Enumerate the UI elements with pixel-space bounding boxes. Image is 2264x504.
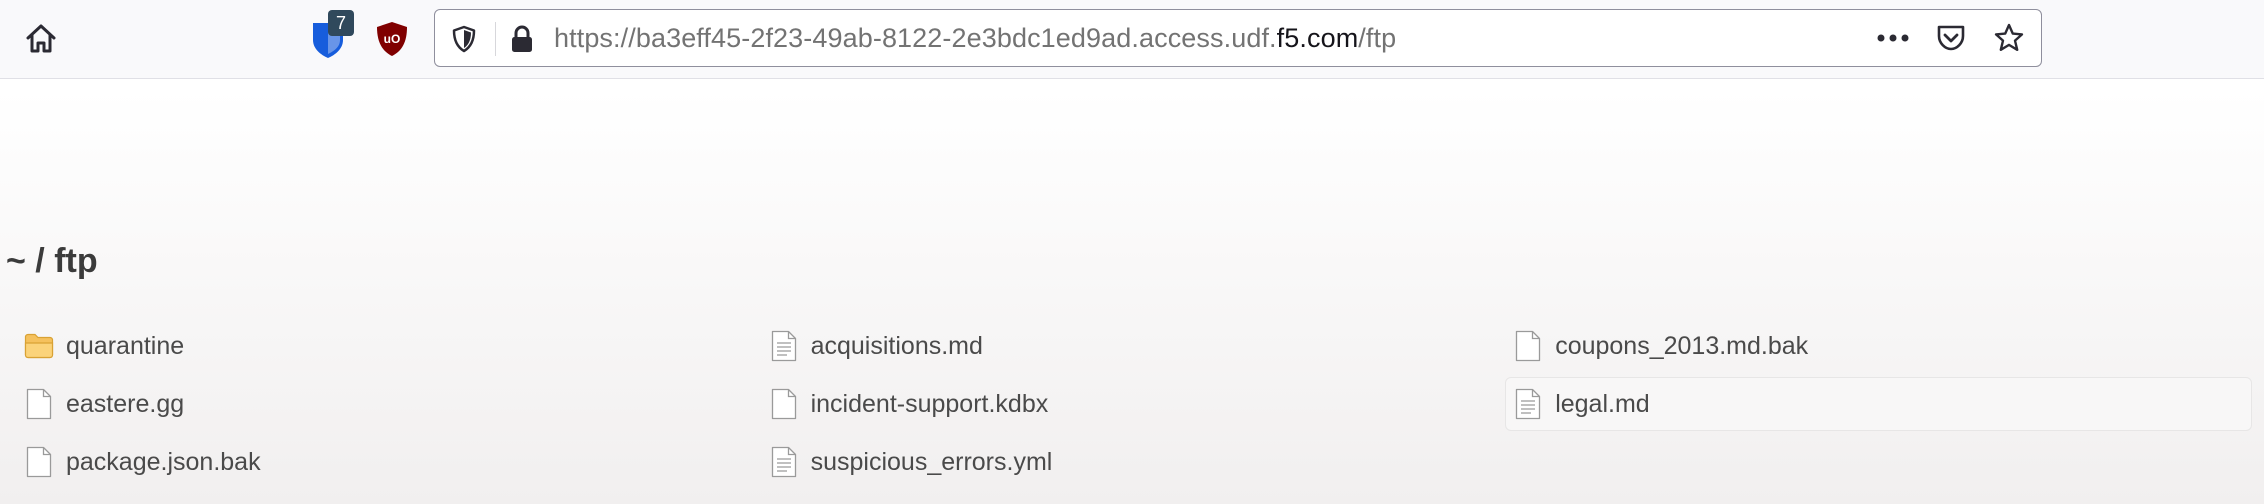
file-list: quarantine acquisitions.md coupons_2013.… [16, 317, 2252, 491]
text-file-icon [769, 446, 799, 478]
text-file-icon [1513, 388, 1543, 420]
url-text[interactable]: https://ba3eff45-2f23-49ab-8122-2e3bdc1e… [554, 10, 1396, 66]
file-item-legal-md[interactable]: legal.md [1505, 377, 2252, 431]
tracking-protection-shield-icon[interactable] [449, 24, 479, 54]
bookmark-star-icon[interactable] [1991, 20, 2027, 56]
text-file-icon [769, 330, 799, 362]
file-name: suspicious_errors.yml [810, 447, 1053, 476]
file-item-coupons-2013-md-bak[interactable]: coupons_2013.md.bak [1505, 319, 2250, 373]
svg-text:uO: uO [384, 32, 401, 46]
breadcrumb: ~ / ftp [6, 242, 98, 280]
ublock-extension-button[interactable]: uO [374, 20, 410, 58]
browser-toolbar: 7 uO https://ba3eff45-2f23-49ab-8122-2e3… [0, 0, 2264, 79]
address-bar-separator [495, 22, 496, 56]
file-name: incident-support.kdbx [810, 389, 1049, 418]
url-domain: f5.com [1276, 23, 1359, 53]
file-item-eastere-gg[interactable]: eastere.gg [16, 377, 761, 431]
file-icon [24, 446, 54, 478]
bitwarden-extension-button[interactable]: 7 [310, 10, 358, 62]
file-item-suspicious-errors-yml[interactable]: suspicious_errors.yml [761, 435, 1506, 489]
file-icon [1513, 330, 1543, 362]
file-name: eastere.gg [66, 389, 185, 418]
page-actions-menu-icon[interactable] [1875, 20, 1911, 56]
file-name: quarantine [66, 331, 185, 360]
file-icon [769, 388, 799, 420]
file-item-package-json-bak[interactable]: package.json.bak [16, 435, 761, 489]
url-prefix: https://ba3eff45-2f23-49ab-8122-2e3bdc1e… [554, 23, 1277, 53]
bitwarden-badge: 7 [328, 10, 354, 36]
url-path: /ftp [1358, 23, 1397, 53]
file-name: acquisitions.md [810, 331, 983, 360]
file-icon [24, 388, 54, 420]
file-name: package.json.bak [66, 447, 261, 476]
file-item-incident-support-kdbx[interactable]: incident-support.kdbx [761, 377, 1506, 431]
file-item-quarantine[interactable]: quarantine [16, 319, 761, 373]
home-icon[interactable] [20, 18, 62, 60]
file-name: coupons_2013.md.bak [1555, 331, 1809, 360]
pocket-icon[interactable] [1933, 20, 1969, 56]
file-name: legal.md [1555, 389, 1650, 418]
file-item-acquisitions-md[interactable]: acquisitions.md [761, 319, 1506, 373]
folder-icon [24, 330, 54, 362]
lock-icon[interactable] [507, 23, 537, 55]
address-bar[interactable]: https://ba3eff45-2f23-49ab-8122-2e3bdc1e… [434, 9, 2042, 67]
